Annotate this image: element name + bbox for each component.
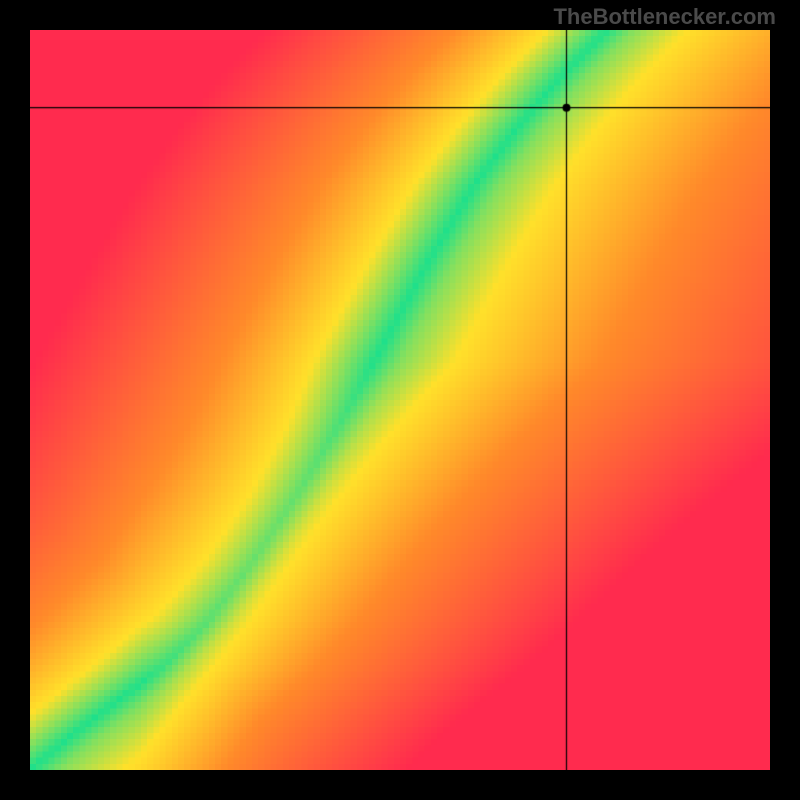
bottleneck-heatmap	[30, 30, 770, 770]
chart-container: TheBottlenecker.com	[0, 0, 800, 800]
watermark-text: TheBottlenecker.com	[553, 4, 776, 30]
